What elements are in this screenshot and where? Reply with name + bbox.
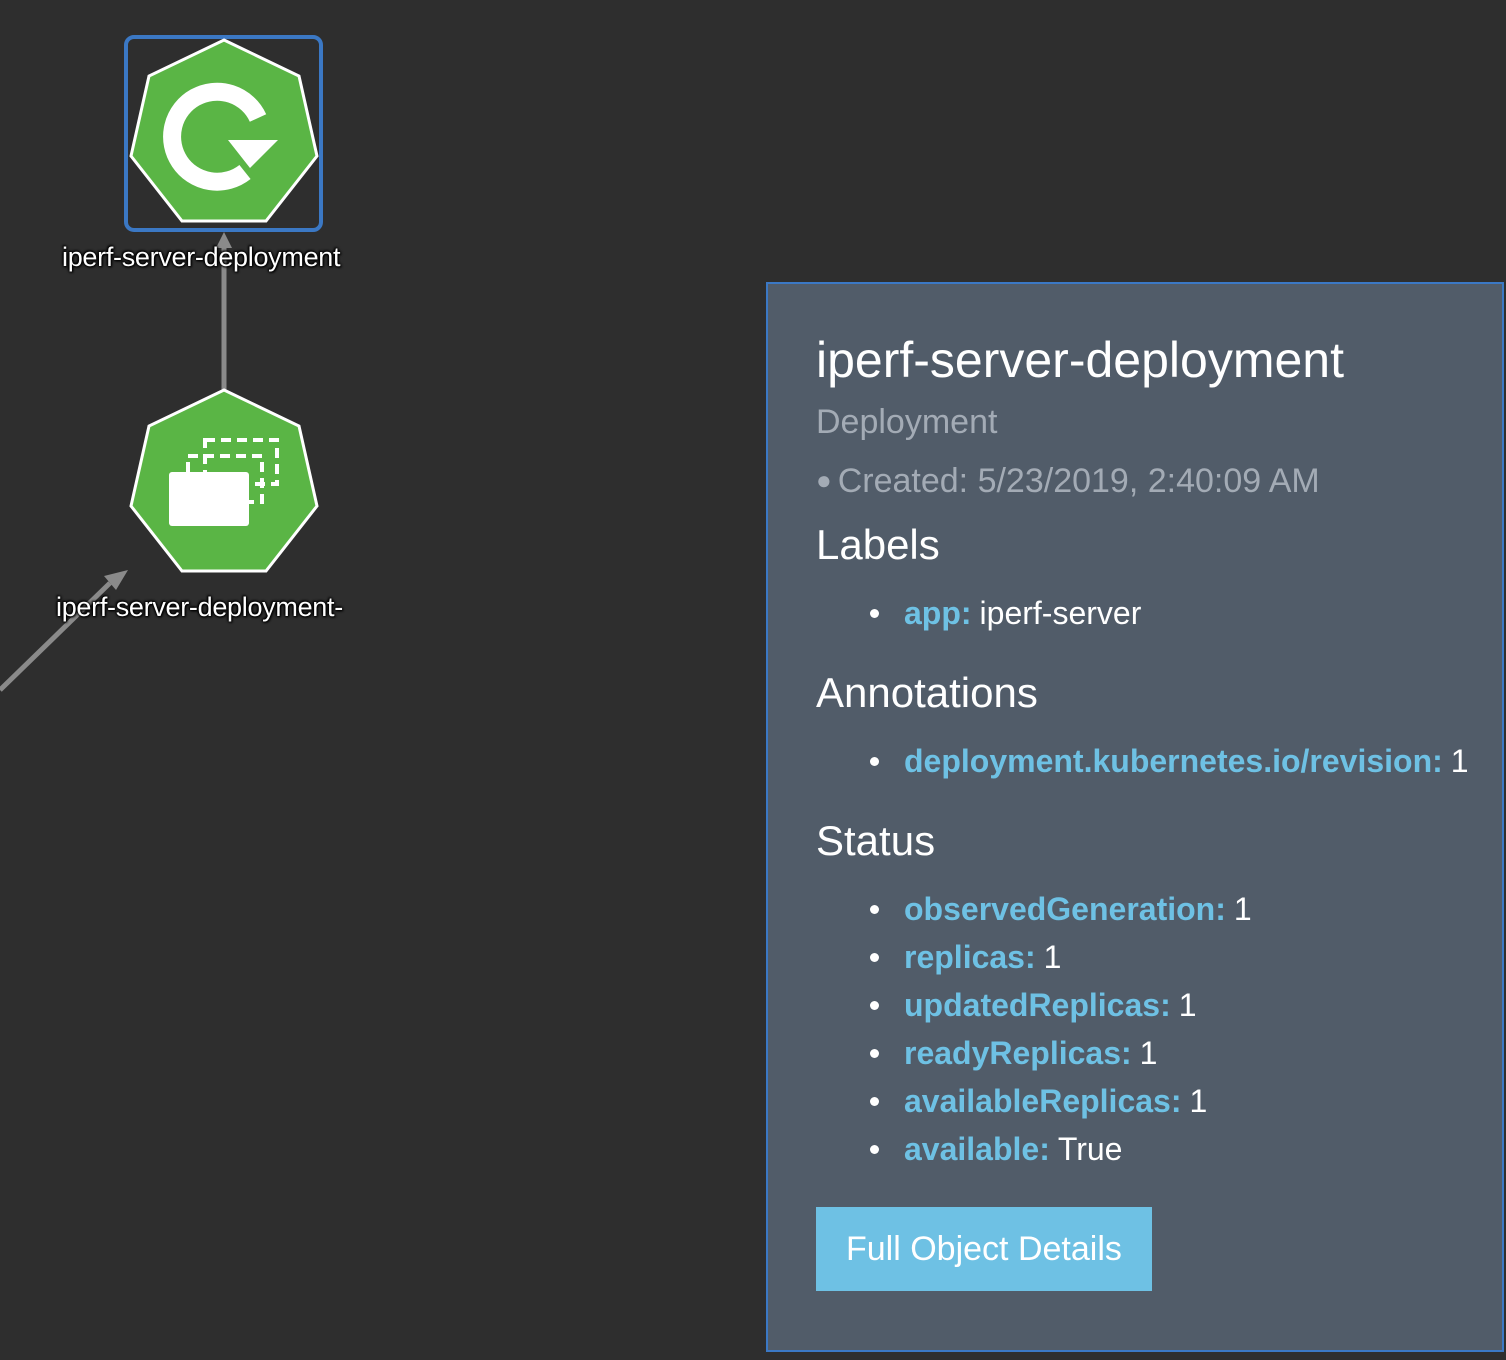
labels-heading: Labels xyxy=(816,521,940,568)
annotations-list: deployment.kubernetes.io/revision: 1 xyxy=(816,737,1502,785)
status-value: 1 xyxy=(1233,891,1252,927)
list-item: available: True xyxy=(868,1125,1502,1173)
status-value: 1 xyxy=(1178,987,1197,1023)
list-item: availableReplicas: 1 xyxy=(868,1077,1502,1125)
created-text: Created: 5/23/2019, 2:40:09 AM xyxy=(837,462,1320,500)
status-key: available: xyxy=(904,1131,1050,1167)
bullet-dot-icon: ● xyxy=(816,465,832,495)
status-value: 1 xyxy=(1139,1035,1158,1071)
status-value: 1 xyxy=(1043,939,1062,975)
status-list: observedGeneration: 1 replicas: 1 updatedR… xyxy=(816,885,1502,1173)
labels-list: app: iperf-server xyxy=(816,589,1502,637)
status-key: replicas: xyxy=(904,939,1036,975)
annotation-value: 1 xyxy=(1450,743,1469,779)
status-value: True xyxy=(1057,1131,1123,1167)
label-key: app: xyxy=(904,595,972,631)
list-item: app: iperf-server xyxy=(868,589,1502,637)
created-timestamp: ● Created: 5/23/2019, 2:40:09 AM xyxy=(816,458,1502,503)
status-key: readyReplicas: xyxy=(904,1035,1132,1071)
list-item: updatedReplicas: 1 xyxy=(868,981,1502,1029)
deployment-node[interactable] xyxy=(124,35,323,232)
heptagon-shape xyxy=(129,38,319,223)
status-key: observedGeneration: xyxy=(904,891,1226,927)
status-key: availableReplicas: xyxy=(904,1083,1182,1119)
node-label-deployment: iperf-server-deployment xyxy=(62,242,341,272)
full-object-details-button[interactable]: Full Object Details xyxy=(816,1207,1152,1291)
status-heading: Status xyxy=(816,817,936,864)
list-item: deployment.kubernetes.io/revision: 1 xyxy=(868,737,1502,785)
replicaset-node[interactable] xyxy=(129,388,319,573)
status-key: updatedReplicas: xyxy=(904,987,1171,1023)
object-kind: Deployment xyxy=(816,403,998,441)
panel-title: iperf-server-deployment xyxy=(816,332,1344,388)
list-item: replicas: 1 xyxy=(868,933,1502,981)
list-item: readyReplicas: 1 xyxy=(868,1029,1502,1077)
node-label-replicaset: iperf-server-deployment- xyxy=(56,592,343,622)
label-value: iperf-server xyxy=(979,595,1142,631)
object-details-panel: iperf-server-deployment Deployment ● Crea… xyxy=(766,282,1504,1352)
annotation-key: deployment.kubernetes.io/revision: xyxy=(904,743,1443,779)
list-item: observedGeneration: 1 xyxy=(868,885,1502,933)
status-value: 1 xyxy=(1189,1083,1208,1119)
annotations-heading: Annotations xyxy=(816,669,1038,716)
